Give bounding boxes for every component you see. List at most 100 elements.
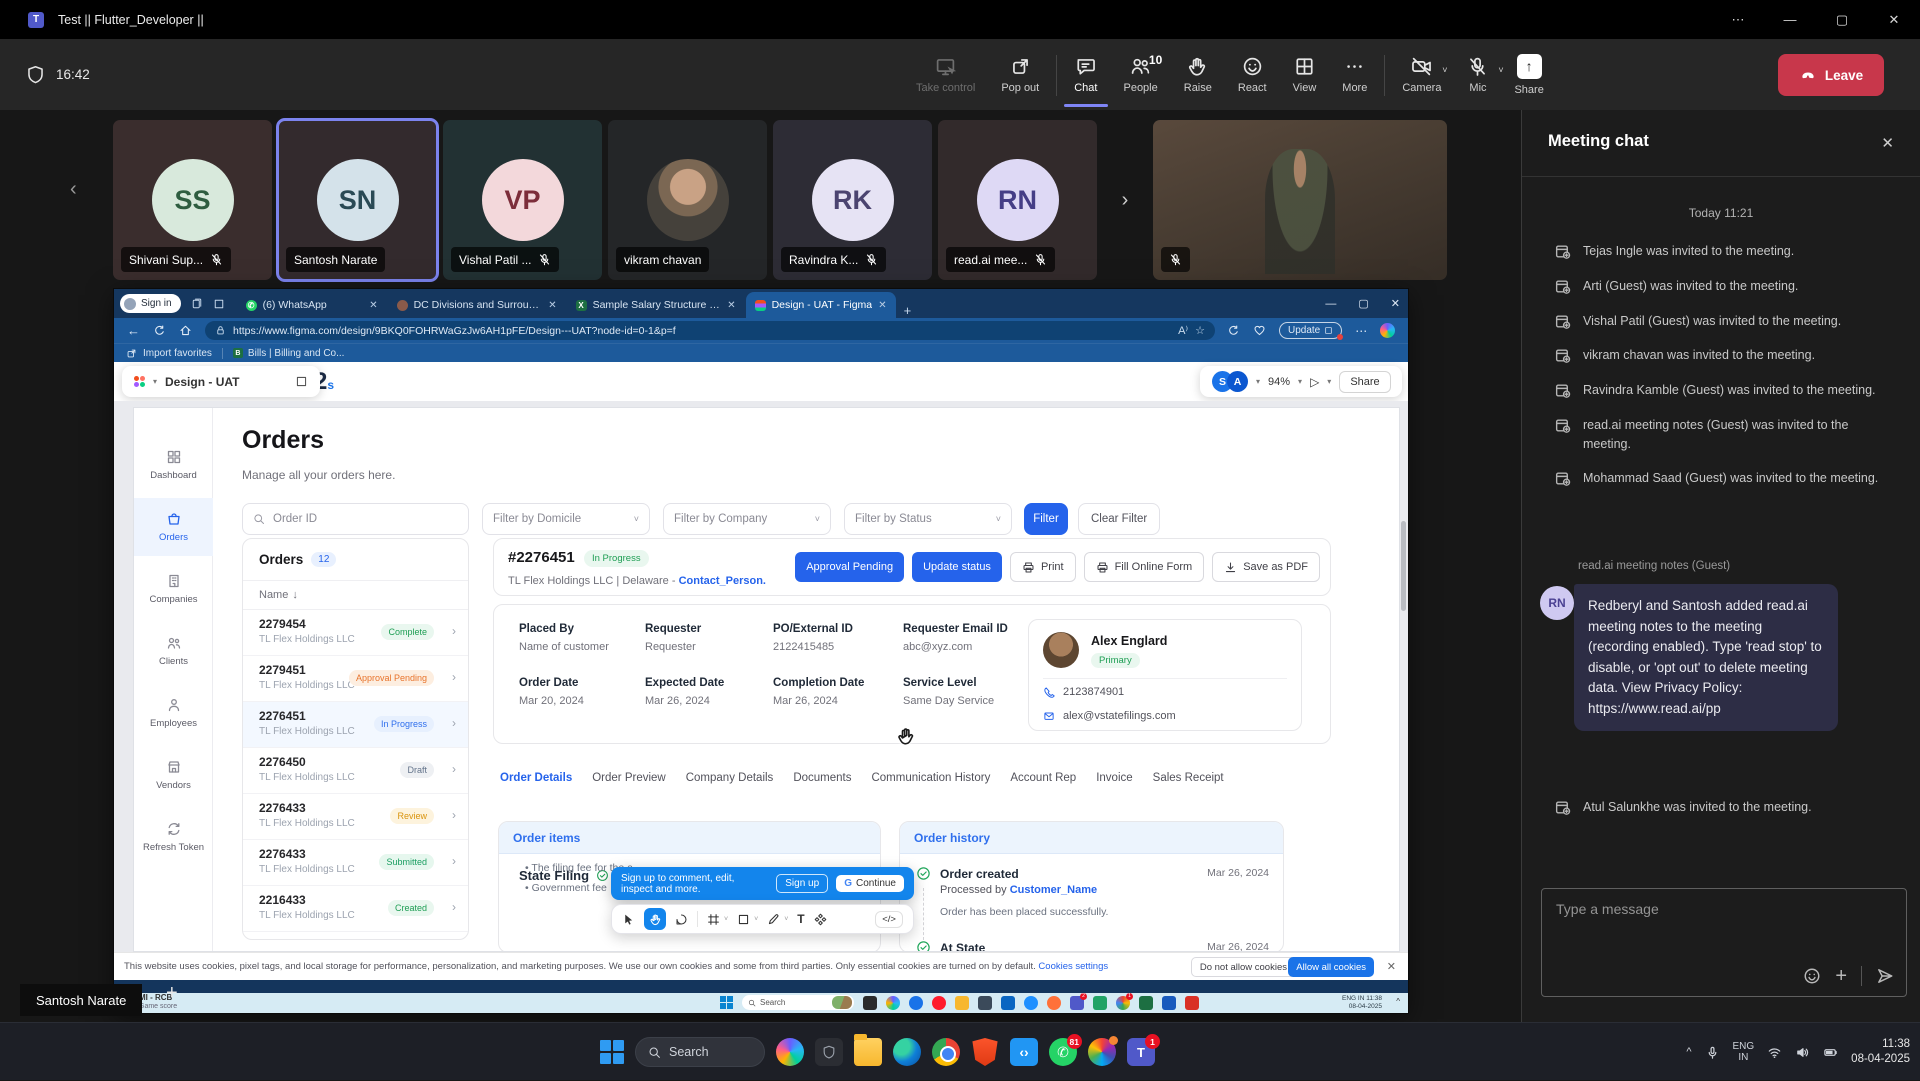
react-button[interactable]: React xyxy=(1225,39,1280,110)
camera-button[interactable]: ˅ Camera xyxy=(1389,39,1454,110)
mini-taskbar-app-icon[interactable] xyxy=(863,996,877,1010)
chat-button[interactable]: Chat xyxy=(1061,39,1110,110)
mini-taskbar-app-icon[interactable] xyxy=(1162,996,1176,1010)
mini-taskbar-app-icon[interactable]: 1 xyxy=(1116,996,1130,1010)
fill-online-form-button[interactable]: Fill Online Form xyxy=(1084,552,1205,582)
browser-maximize-button[interactable]: ▢ xyxy=(1358,297,1368,310)
component-tool-icon[interactable] xyxy=(814,913,827,926)
frame-tool-icon[interactable] xyxy=(707,913,720,926)
sidebar-item[interactable]: Refresh Token xyxy=(134,808,213,866)
sidebar-item[interactable]: Companies xyxy=(134,560,213,618)
edge-icon[interactable] xyxy=(893,1038,921,1066)
mini-taskbar-app-icon[interactable] xyxy=(955,996,969,1010)
whatsapp-icon[interactable]: ✆81 xyxy=(1049,1038,1077,1066)
panel-toggle-icon[interactable] xyxy=(295,375,308,388)
order-row[interactable]: 2276433 TL Flex Holdings LLC Review › xyxy=(243,794,468,840)
participant-tile[interactable]: vikram chavan xyxy=(608,120,767,280)
move-tool-icon[interactable] xyxy=(622,913,635,926)
order-row[interactable]: 2276451 TL Flex Holdings LLC In Progress… xyxy=(243,702,468,748)
figma-share-button[interactable]: Share xyxy=(1339,371,1390,393)
zoom-chevron[interactable]: ▾ xyxy=(1298,377,1302,386)
browser-tab[interactable]: X Sample Salary Structure with calc ✕ xyxy=(567,292,745,318)
tiles-scroll-right-chevron[interactable]: › xyxy=(1103,120,1147,280)
sidebar-item[interactable]: Dashboard xyxy=(134,436,213,494)
pop-out-button[interactable]: Pop out xyxy=(988,39,1052,110)
filter-button[interactable]: Filter xyxy=(1024,503,1068,535)
mini-taskbar-app-icon[interactable] xyxy=(1001,996,1015,1010)
favorite-star-icon[interactable]: ☆ xyxy=(1195,324,1205,337)
chat-close-icon[interactable]: ✕ xyxy=(1881,134,1894,152)
attach-plus-icon[interactable]: + xyxy=(1835,966,1847,986)
contact-person-link[interactable]: Contact_Person. xyxy=(679,575,766,587)
window-more-button[interactable]: ⋯ xyxy=(1712,0,1764,39)
file-explorer-icon[interactable] xyxy=(854,1038,882,1066)
cookies-settings-link[interactable]: Cookies settings xyxy=(1038,961,1108,972)
detail-tab[interactable]: Invoice xyxy=(1086,766,1142,790)
browser-minimize-button[interactable]: — xyxy=(1325,298,1336,310)
mini-taskbar-app-icon[interactable] xyxy=(978,996,992,1010)
browser-tab[interactable]: Design - UAT - Figma ✕ xyxy=(746,292,896,318)
filter-dropdown[interactable]: Filter by Company˅ xyxy=(663,503,831,535)
window-maximize-button[interactable]: ▢ xyxy=(1816,0,1868,39)
more-button[interactable]: More xyxy=(1329,39,1380,110)
chrome-icon[interactable] xyxy=(932,1038,960,1066)
sidebar-item[interactable]: Clients xyxy=(134,622,213,680)
copilot-taskbar-icon[interactable] xyxy=(776,1038,804,1066)
window-close-button[interactable]: ✕ xyxy=(1868,0,1920,39)
shape-tool-icon[interactable] xyxy=(737,913,750,926)
leave-button[interactable]: Leave xyxy=(1778,54,1884,96)
present-chevron[interactable]: ▾ xyxy=(1327,377,1331,386)
filter-dropdown[interactable]: Filter by Status˅ xyxy=(844,503,1012,535)
mini-taskbar-app-icon[interactable] xyxy=(1047,996,1061,1010)
mini-search-box[interactable]: Search xyxy=(742,995,854,1010)
detail-tab[interactable]: Order Preview xyxy=(582,766,676,790)
new-tab-button[interactable]: + xyxy=(904,303,912,318)
read-aloud-icon[interactable]: A⁾ xyxy=(1178,324,1188,337)
present-play-icon[interactable]: ▷ xyxy=(1310,375,1319,389)
hand-tool-button[interactable] xyxy=(644,908,666,930)
deny-cookies-button[interactable]: Do not allow cookies xyxy=(1191,957,1296,977)
url-field[interactable]: https://www.figma.com/design/9BKQ0FOHRWa… xyxy=(205,321,1215,340)
view-button[interactable]: View xyxy=(1280,39,1330,110)
list-column-header[interactable]: Name↓ xyxy=(243,581,468,610)
update-status-button[interactable]: Update status xyxy=(912,552,1002,582)
text-tool-icon[interactable]: T xyxy=(797,913,804,925)
google-continue-button[interactable]: G Continue xyxy=(836,875,904,892)
mini-taskbar-app-icon[interactable] xyxy=(1139,996,1153,1010)
mic-button[interactable]: ˅ Mic xyxy=(1454,39,1501,110)
home-icon[interactable] xyxy=(179,324,192,337)
sidebar-item[interactable]: Employees xyxy=(134,684,213,742)
brave-icon[interactable] xyxy=(971,1038,999,1066)
window-minimize-button[interactable]: — xyxy=(1764,0,1816,39)
back-icon[interactable]: ← xyxy=(127,323,140,338)
clear-filter-button[interactable]: Clear Filter xyxy=(1078,503,1160,535)
app-icon-dark[interactable] xyxy=(815,1038,843,1066)
mini-taskbar-app-icon[interactable] xyxy=(1093,996,1107,1010)
allow-cookies-button[interactable]: Allow all cookies xyxy=(1288,957,1374,977)
order-row[interactable]: 2276433 TL Flex Holdings LLC Submitted › xyxy=(243,840,468,886)
send-icon[interactable] xyxy=(1876,967,1894,985)
save-as-pdf-button[interactable]: Save as PDF xyxy=(1212,552,1320,582)
mini-start-button[interactable] xyxy=(720,996,733,1009)
tiles-scroll-left-chevron[interactable]: ‹ xyxy=(70,178,77,201)
taskbar-clock[interactable]: 11:3808-04-2025 xyxy=(1851,1037,1910,1067)
bookmark-bills[interactable]: Bills | Billing and Co... xyxy=(248,348,345,359)
taskbar-search-box[interactable]: Search xyxy=(635,1037,765,1067)
language-indicator[interactable]: ENGIN xyxy=(1733,1041,1755,1064)
participant-tile[interactable]: RN read.ai mee... xyxy=(938,120,1097,280)
share-button[interactable]: ↑ Share xyxy=(1501,39,1556,110)
participant-tile[interactable]: VP Vishal Patil ... xyxy=(443,120,602,280)
mini-taskbar-app-icon[interactable] xyxy=(886,996,900,1010)
canvas-scrollbar[interactable] xyxy=(1401,521,1406,611)
zoom-level[interactable]: 94% xyxy=(1268,376,1290,388)
participant-tile-video[interactable] xyxy=(1153,120,1447,280)
detail-tab[interactable]: Account Rep xyxy=(1000,766,1086,790)
browser-essentials-icon[interactable] xyxy=(1227,324,1240,337)
participant-tile[interactable]: SN Santosh Narate xyxy=(278,120,437,280)
app-icon-colorful[interactable] xyxy=(1088,1038,1116,1066)
start-button[interactable] xyxy=(600,1040,624,1064)
collections-heart-icon[interactable] xyxy=(1253,324,1266,337)
print-button[interactable]: Print xyxy=(1010,552,1076,582)
figma-file-pill[interactable]: ▾ Design - UAT xyxy=(122,366,320,397)
sidebar-item[interactable]: Orders xyxy=(134,498,213,556)
